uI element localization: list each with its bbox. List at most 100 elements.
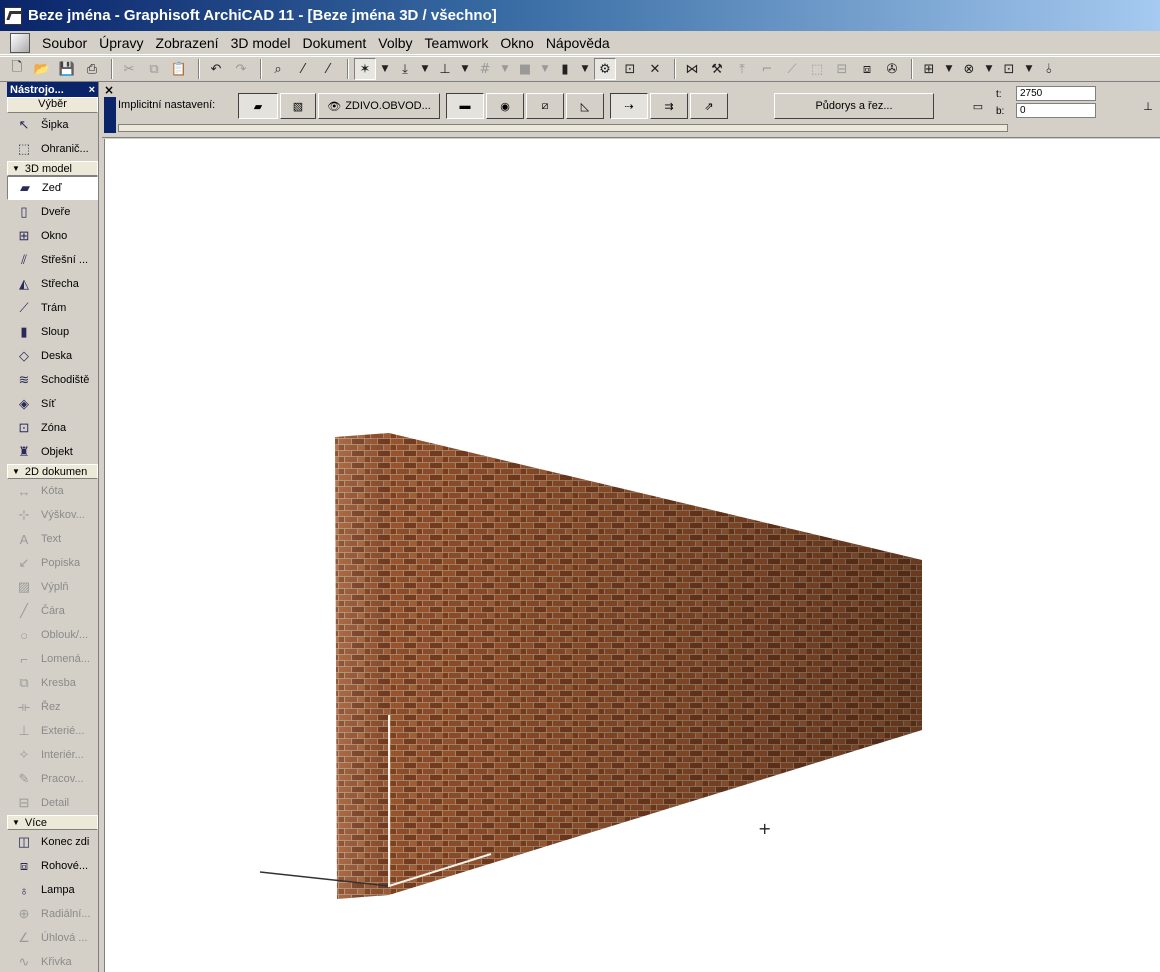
save-icon[interactable]: 💾 [56, 58, 78, 80]
fillet-icon[interactable]: ⌐ [756, 58, 778, 80]
menu-3d-model[interactable]: 3D model [227, 35, 299, 51]
chevron-down-icon[interactable]: ▼ [983, 58, 995, 80]
magic-wand-icon[interactable]: ✶ [354, 58, 376, 80]
pick-up-parameters-icon[interactable]: ⁄ [292, 58, 314, 80]
layout-icon[interactable]: ⊡ [998, 58, 1020, 80]
chevron-down-icon[interactable]: ▼ [499, 58, 511, 80]
menu-dokument[interactable]: Dokument [298, 35, 374, 51]
adjust-icon[interactable]: ⤒ [731, 58, 753, 80]
select-button[interactable]: Výběr [7, 97, 98, 113]
element-info-icon[interactable]: ⊡ [619, 58, 641, 80]
composite-button[interactable]: 👁 ZDIVO.OBVOD... [318, 93, 440, 119]
tool-arrow[interactable]: ↖ Šipka [7, 113, 98, 137]
tool-arc[interactable]: ○ Oblouk/... [7, 623, 98, 647]
tool-column[interactable]: ▮ Sloup [7, 320, 98, 344]
menu-okno[interactable]: Okno [496, 35, 541, 51]
curved-wall-button[interactable]: ◉ [486, 93, 524, 119]
chevron-down-icon[interactable]: ▼ [539, 58, 551, 80]
tool-section[interactable]: ⟛ Řez [7, 695, 98, 719]
grid-snap-icon[interactable]: # [474, 58, 496, 80]
chevron-down-icon[interactable]: ▼ [379, 58, 391, 80]
tool-window[interactable]: ⊞ Okno [7, 224, 98, 248]
new-file-icon[interactable]: 🗋 [6, 58, 28, 80]
menu-soubor[interactable]: Soubor [38, 35, 95, 51]
menu-napoveda[interactable]: Nápověda [542, 35, 618, 51]
tool-roof[interactable]: ◭ Střecha [7, 272, 98, 296]
tool-slab[interactable]: ◇ Deska [7, 344, 98, 368]
floorplan-section-button[interactable]: Půdorys a řez... [774, 93, 934, 119]
tool-elevation[interactable]: ⊥ Exterié... [7, 719, 98, 743]
paste-icon[interactable]: 📋 [168, 58, 190, 80]
menu-volby[interactable]: Volby [374, 35, 420, 51]
suspend-groups-icon[interactable]: ⚙ [594, 58, 616, 80]
tool-angle-dimension[interactable]: ∠ Úhlová ... [7, 926, 98, 950]
close-icon[interactable]: × [89, 84, 95, 96]
tool-corner-window[interactable]: ⧈ Rohové... [7, 854, 98, 878]
close-icon[interactable]: ✕ [644, 58, 666, 80]
tool-text[interactable]: A Text [7, 527, 98, 551]
menu-teamwork[interactable]: Teamwork [421, 35, 497, 51]
split-icon[interactable]: ⚒ [706, 58, 728, 80]
3d-view[interactable]: + [104, 139, 1160, 972]
menu-upravy[interactable]: Úpravy [95, 35, 151, 51]
close-icon[interactable]: × [104, 84, 116, 96]
chained-wall-button[interactable]: ⇉ [650, 93, 688, 119]
tool-wall-end[interactable]: ◫ Konec zdi [7, 830, 98, 854]
unify-icon[interactable]: ⊟ [831, 58, 853, 80]
tool-drawing[interactable]: ⧉ Kresba [7, 671, 98, 695]
pen-icon[interactable]: ▮ [554, 58, 576, 80]
open-folder-icon[interactable]: 📂 [31, 58, 53, 80]
menu-zobrazeni[interactable]: Zobrazení [152, 35, 227, 51]
chevron-down-icon[interactable]: ▼ [579, 58, 591, 80]
straight-wall-button[interactable]: ▬ [446, 93, 484, 119]
info-box-grip[interactable] [104, 97, 116, 133]
tool-zone[interactable]: ⊡ Zóna [7, 416, 98, 440]
inject-parameters-icon[interactable]: ⁄ [317, 58, 339, 80]
intersect-icon[interactable]: ⋈ [681, 58, 703, 80]
tool-roof-window[interactable]: ⫽ Střešní ... [7, 248, 98, 272]
tool-fill[interactable]: ▨ Výplň [7, 575, 98, 599]
trapezoid-wall-button[interactable]: ⧄ [526, 93, 564, 119]
section-2d-document[interactable]: ▼ 2D dokumen [7, 464, 98, 479]
tool-mesh[interactable]: ◈ Síť [7, 392, 98, 416]
tool-marquee[interactable]: ⬚ Ohranič... [7, 137, 98, 161]
explode-icon[interactable]: ⬚ [806, 58, 828, 80]
chevron-down-icon[interactable]: ▼ [943, 58, 955, 80]
chevron-down-icon[interactable]: ▼ [1023, 58, 1035, 80]
section-more[interactable]: ▼ Více [7, 815, 98, 830]
tool-interior[interactable]: ✧ Interiér... [7, 743, 98, 767]
cut-icon[interactable]: ✂ [118, 58, 140, 80]
hatch-type-button[interactable]: ▧ [280, 93, 316, 119]
chevron-down-icon[interactable]: ▼ [419, 58, 431, 80]
tool-polyline[interactable]: ⌐ Lomená... [7, 647, 98, 671]
top-height-field[interactable]: 2750 [1016, 86, 1096, 101]
single-wall-button[interactable]: ⇢ [610, 93, 648, 119]
tool-label-tool[interactable]: ↙ Popiska [7, 551, 98, 575]
tool-lamp[interactable]: ♁ Lampa [7, 878, 98, 902]
tool-radial-dimension[interactable]: ⊕ Radiální... [7, 902, 98, 926]
guide-lines-icon[interactable]: ⊥ [434, 58, 456, 80]
floorplan-icon[interactable]: ⊞ [918, 58, 940, 80]
find-select-icon[interactable]: ⌕ [267, 58, 289, 80]
copy-icon[interactable]: ⧉ [143, 58, 165, 80]
archicad-app-icon[interactable] [4, 6, 22, 25]
tool-worksheet[interactable]: ✎ Pracov... [7, 767, 98, 791]
gravity-icon[interactable]: ⤓ [394, 58, 416, 80]
undo-icon[interactable]: ↶ [205, 58, 227, 80]
tool-beam[interactable]: ⟋ Trám [7, 296, 98, 320]
rectangle-wall-button[interactable]: ⇗ [690, 93, 728, 119]
tool-door[interactable]: ▯ Dveře [7, 200, 98, 224]
redo-icon[interactable]: ↷ [230, 58, 252, 80]
document-icon[interactable] [10, 32, 30, 53]
layers-icon[interactable]: ■ [514, 58, 536, 80]
polygon-wall-button[interactable]: ◺ [566, 93, 604, 119]
tool-wall[interactable]: ▰ Zeď [7, 176, 98, 200]
wall-settings-button[interactable]: ▰ [238, 93, 278, 119]
offset-icon[interactable]: ⟋ [781, 58, 803, 80]
solid-operations-icon[interactable]: ⧈ [856, 58, 878, 80]
tool-curve[interactable]: ∿ Křivka [7, 950, 98, 972]
height-settings-icon[interactable]: ⊥ [1138, 93, 1158, 119]
tool-object[interactable]: ♜ Objekt [7, 440, 98, 464]
tool-level-dimension[interactable]: ⊹ Výškov... [7, 503, 98, 527]
tool-detail[interactable]: ⊟ Detail [7, 791, 98, 815]
